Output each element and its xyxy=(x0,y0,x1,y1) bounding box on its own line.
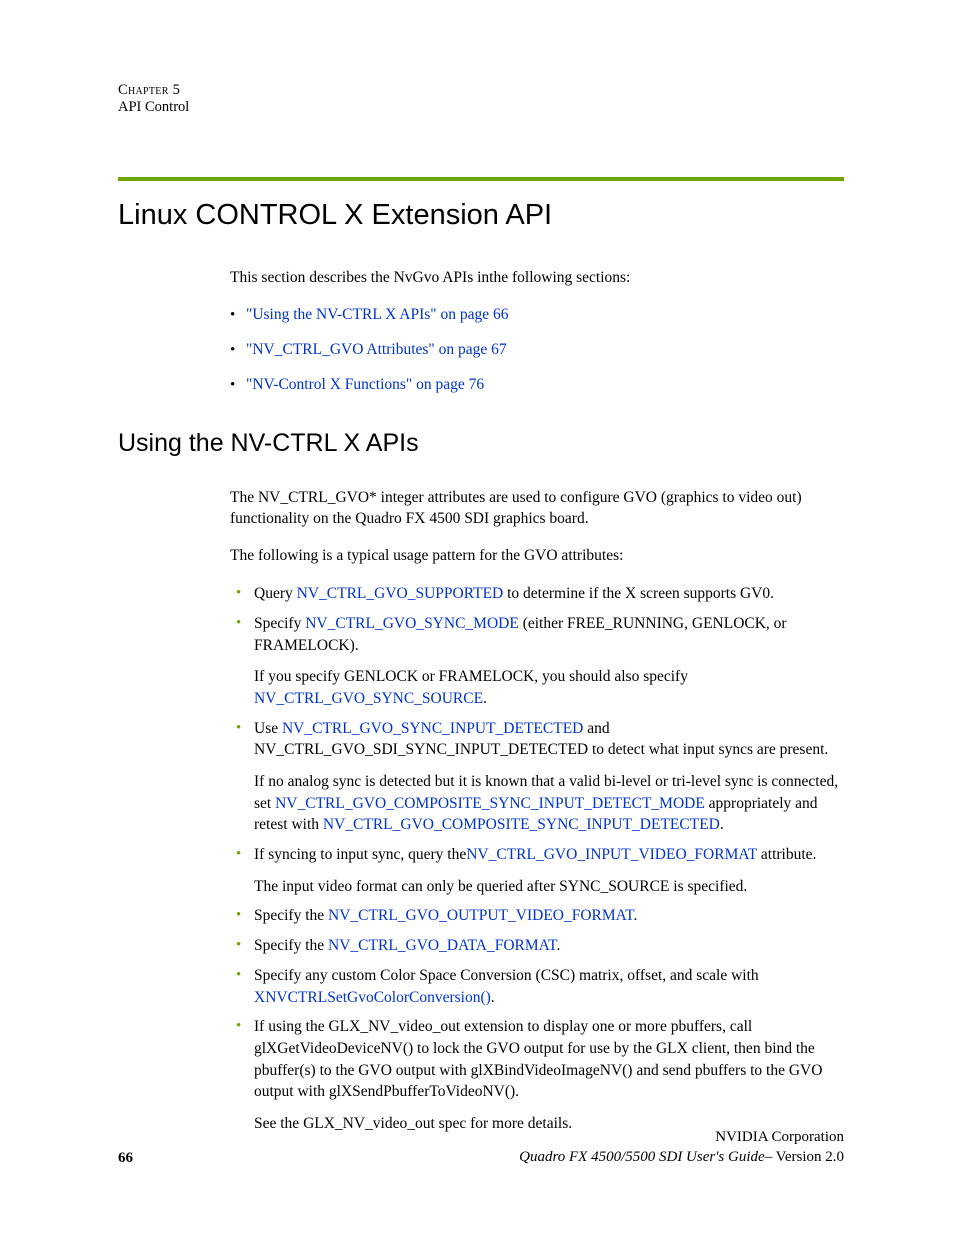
api-link[interactable]: NV_CTRL_GVO_SYNC_MODE xyxy=(305,615,519,632)
heading-2: Using the NV-CTRL X APIs xyxy=(118,429,844,458)
step-item: Use NV_CTRL_GVO_SYNC_INPUT_DETECTED and … xyxy=(230,718,844,836)
toc-link-1[interactable]: "Using the NV-CTRL X APIs" on page 66 xyxy=(246,306,509,323)
api-link[interactable]: NV_CTRL_GVO_OUTPUT_VIDEO_FORMAT xyxy=(328,907,633,924)
section-rule xyxy=(118,177,844,181)
text: . xyxy=(556,937,560,954)
api-link[interactable]: NV_CTRL_GVO_COMPOSITE_SYNC_INPUT_DETECTE… xyxy=(323,816,720,833)
step-item: Specify NV_CTRL_GVO_SYNC_MODE (either FR… xyxy=(230,613,844,710)
text: . xyxy=(491,989,495,1006)
steps-list: Query NV_CTRL_GVO_SUPPORTED to determine… xyxy=(230,583,844,1134)
api-link[interactable]: XNVCTRLSetGvoColorConversion() xyxy=(254,989,491,1006)
toc-list: "Using the NV-CTRL X APIs" on page 66 "N… xyxy=(230,305,844,396)
text: . xyxy=(483,690,487,707)
text: If syncing to input sync, query the xyxy=(254,846,466,863)
api-link[interactable]: NV_CTRL_GVO_SYNC_SOURCE xyxy=(254,690,483,707)
sub-paragraph: If no analog sync is detected but it is … xyxy=(254,771,844,836)
api-link[interactable]: NV_CTRL_GVO_COMPOSITE_SYNC_INPUT_DETECT_… xyxy=(275,795,705,812)
api-link[interactable]: NV_CTRL_GVO_DATA_FORMAT xyxy=(328,937,556,954)
page: Chapter 5 API Control Linux CONTROL X Ex… xyxy=(0,0,954,1235)
text: attribute. xyxy=(757,846,816,863)
text: . xyxy=(633,907,637,924)
page-number: 66 xyxy=(118,1150,133,1167)
chapter-label: Chapter 5 xyxy=(118,82,844,99)
step-item: Query NV_CTRL_GVO_SUPPORTED to determine… xyxy=(230,583,844,605)
toc-item: "NV-Control X Functions" on page 76 xyxy=(230,375,844,396)
api-link[interactable]: NV_CTRL_GVO_INPUT_VIDEO_FORMAT xyxy=(466,846,757,863)
toc-link-2[interactable]: "NV_CTRL_GVO Attributes" on page 67 xyxy=(246,341,507,358)
footer-doc-title: Quadro FX 4500/5500 SDI User's Guide xyxy=(519,1149,765,1165)
footer-version: – Version 2.0 xyxy=(765,1149,844,1165)
heading-1: Linux CONTROL X Extension API xyxy=(118,199,844,232)
step-item: Specify any custom Color Space Conversio… xyxy=(230,965,844,1008)
text: Query xyxy=(254,585,297,602)
step-item: Specify the NV_CTRL_GVO_DATA_FORMAT. xyxy=(230,935,844,957)
step-item: If syncing to input sync, query theNV_CT… xyxy=(230,844,844,897)
toc-item: "Using the NV-CTRL X APIs" on page 66 xyxy=(230,305,844,326)
chapter-subtitle: API Control xyxy=(118,99,844,116)
text: to determine if the X screen supports GV… xyxy=(503,585,774,602)
sub-paragraph: If you specify GENLOCK or FRAMELOCK, you… xyxy=(254,666,844,709)
step-item: If using the GLX_NV_video_out extension … xyxy=(230,1016,844,1134)
sub-paragraph: The input video format can only be queri… xyxy=(254,876,844,898)
text: Specify any custom Color Space Conversio… xyxy=(254,967,759,984)
text: Use xyxy=(254,720,282,737)
text: Specify xyxy=(254,615,305,632)
text: Specify the xyxy=(254,937,328,954)
api-link[interactable]: NV_CTRL_GVO_SUPPORTED xyxy=(297,585,504,602)
intro-paragraph: This section describes the NvGvo APIs in… xyxy=(230,268,844,289)
toc-link-3[interactable]: "NV-Control X Functions" on page 76 xyxy=(246,376,484,393)
text: If you specify GENLOCK or FRAMELOCK, you… xyxy=(254,668,688,685)
toc-item: "NV_CTRL_GVO Attributes" on page 67 xyxy=(230,340,844,361)
text: . xyxy=(720,816,724,833)
paragraph: The NV_CTRL_GVO* integer attributes are … xyxy=(230,488,844,530)
step-item: Specify the NV_CTRL_GVO_OUTPUT_VIDEO_FOR… xyxy=(230,905,844,927)
section-body-usage: The NV_CTRL_GVO* integer attributes are … xyxy=(230,488,844,1134)
text: If using the GLX_NV_video_out extension … xyxy=(254,1018,822,1100)
paragraph: The following is a typical usage pattern… xyxy=(230,546,844,567)
text: Specify the xyxy=(254,907,328,924)
api-link[interactable]: NV_CTRL_GVO_SYNC_INPUT_DETECTED xyxy=(282,720,583,737)
footer-company: NVIDIA Corporation xyxy=(118,1128,844,1148)
page-footer: 66 NVIDIA Corporation Quadro FX 4500/550… xyxy=(118,1128,844,1167)
section-body-intro: This section describes the NvGvo APIs in… xyxy=(230,268,844,396)
footer-right: NVIDIA Corporation Quadro FX 4500/5500 S… xyxy=(118,1128,844,1167)
